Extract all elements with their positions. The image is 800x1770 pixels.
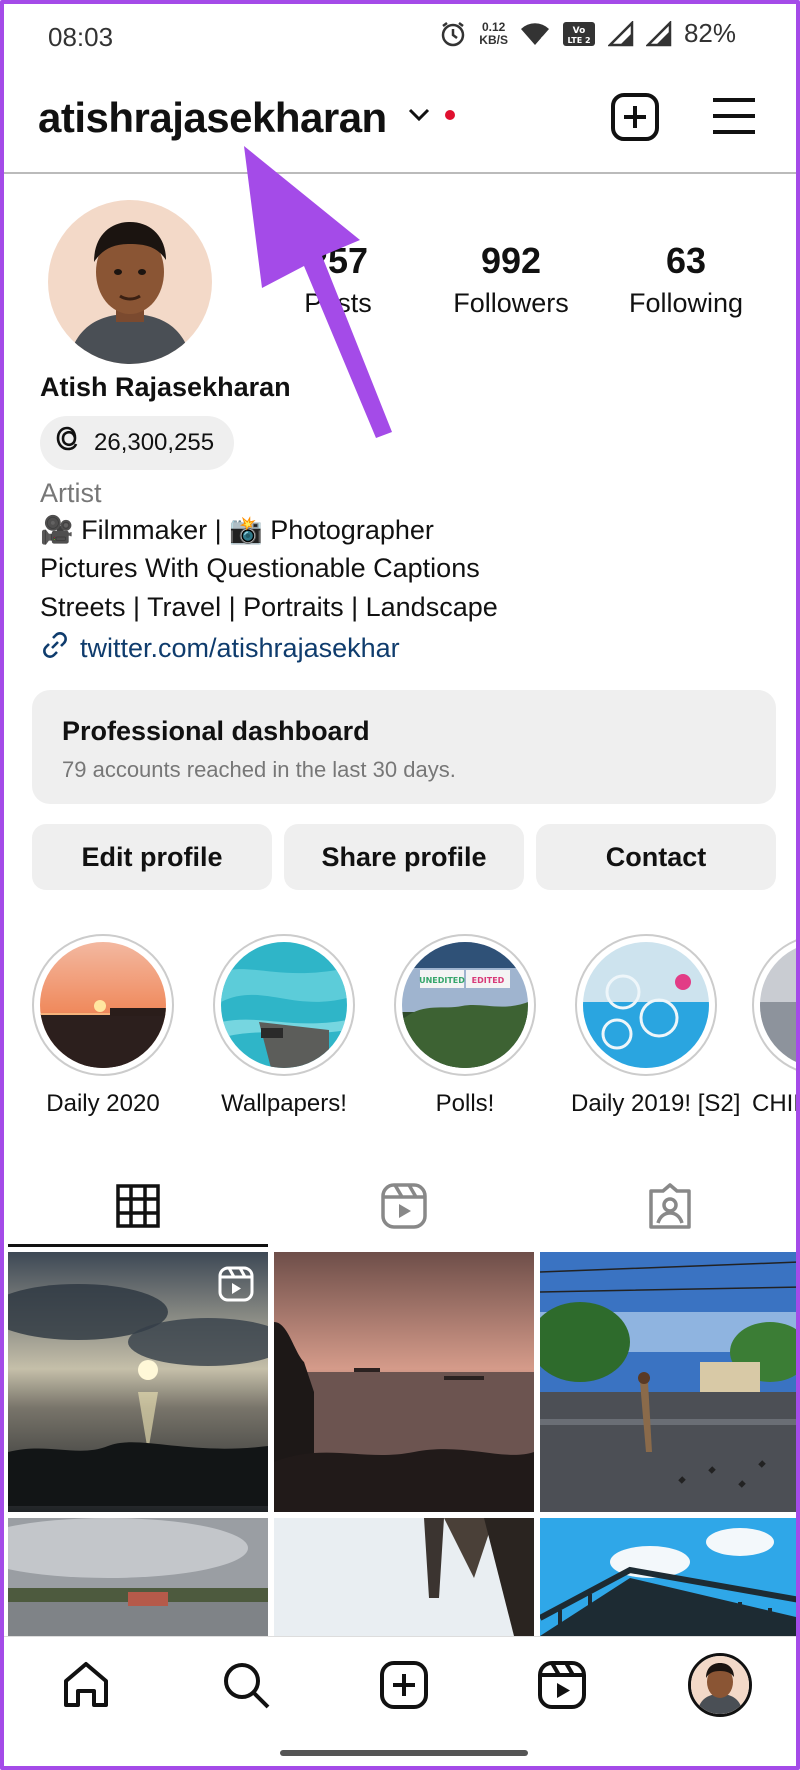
tab-posts-grid[interactable] [8,1170,268,1246]
chevron-down-icon[interactable] [406,104,432,131]
bio-line: Streets | Travel | Portraits | Landscape [40,592,498,622]
alarm-icon [439,20,467,48]
highlight-cover [221,942,347,1068]
story-highlight[interactable]: Daily 2020 [28,934,178,1118]
highlight-cover [760,942,796,1068]
network-speed: 0.12 KB/S [479,19,508,47]
profile-header: atishrajasekharan [4,84,796,174]
post-thumbnail[interactable] [8,1518,268,1636]
tab-tagged[interactable] [540,1170,796,1246]
signal-icon-2 [645,20,672,47]
poll-option-unedited: UNEDITED [419,976,465,985]
story-highlight[interactable]: Daily 2019! [S2] [571,934,741,1118]
story-highlight[interactable]: UNEDITED EDITED Polls! [390,934,540,1118]
username-switcher[interactable]: atishrajasekharan [38,94,387,142]
link-text: twitter.com/atishrajasekhar [80,633,400,663]
profile-category: Artist [40,478,102,508]
svg-text:LTE 2: LTE 2 [567,36,590,45]
bio-line: 🎥 Filmmaker | 📸 Photographer [40,515,434,545]
reels-icon [381,1182,427,1234]
bio-line: Pictures With Questionable Captions [40,553,480,583]
professional-dashboard[interactable]: Professional dashboard 79 accounts reach… [32,690,776,804]
dashboard-title: Professional dashboard [62,716,370,746]
link-icon [40,630,70,667]
highlight-cover: UNEDITED EDITED [402,942,528,1068]
posts-count: 257 [307,240,369,281]
svg-text:Vo: Vo [573,26,586,36]
contact-button[interactable]: Contact [536,824,776,890]
following-count: 63 [665,240,707,281]
home-indicator [280,1750,528,1756]
posts-label: Posts [304,288,372,318]
status-icons: 0.12 KB/S Vo LTE 2 82% [439,18,736,49]
reel-indicator-icon [218,1266,254,1307]
highlight-label: Daily 2019! [S2] [571,1090,741,1117]
signal-icon-1 [607,20,634,47]
bottom-navigation [4,1636,796,1736]
tab-reels[interactable] [274,1170,534,1246]
speed-value: 0.12 [481,19,506,34]
threads-badge[interactable]: 26,300,255 [40,416,235,470]
create-icon[interactable] [378,1659,430,1716]
post-thumbnail[interactable] [8,1252,268,1512]
new-post-icon[interactable] [610,92,660,147]
posts-stat[interactable]: 257 Posts [248,240,428,319]
tagged-icon [647,1182,693,1234]
threads-icon [56,426,84,461]
poll-option-edited: EDITED [472,976,505,985]
threads-count: 26,300,255 [94,429,215,456]
menu-icon[interactable] [711,96,757,141]
highlight-label: Polls! [435,1090,495,1117]
post-thumbnail[interactable] [274,1252,534,1512]
full-name: Atish Rajasekharan [40,372,291,402]
bio-link[interactable]: twitter.com/atishrajasekhar [40,630,400,667]
post-thumbnail[interactable] [540,1252,796,1512]
share-profile-button[interactable]: Share profile [284,824,524,890]
highlight-label: Wallpapers! [221,1090,347,1117]
post-thumbnail[interactable] [274,1518,534,1636]
profile-avatar[interactable] [688,1653,752,1717]
profile-avatar[interactable] [48,200,212,364]
following-label: Following [628,288,744,318]
speed-unit: KB/S [479,32,508,47]
active-tab-indicator [8,1244,268,1247]
followers-label: Followers [453,288,569,318]
followers-stat[interactable]: 992 Followers [421,240,601,319]
edit-profile-button[interactable]: Edit profile [32,824,272,890]
highlight-label: CHIKI [752,1090,796,1117]
screen-frame: 08:03 0.12 KB/S Vo LTE 2 82% atishrajase… [0,0,800,1770]
search-icon[interactable] [220,1659,272,1716]
volte-icon: Vo LTE 2 [562,21,596,47]
highlight-label: Daily 2020 [46,1090,160,1117]
notification-dot [445,110,455,120]
dashboard-subtitle: 79 accounts reached in the last 30 days. [62,757,456,782]
status-bar: 08:03 0.12 KB/S Vo LTE 2 82% [4,4,796,74]
highlight-cover [40,942,166,1068]
reels-icon[interactable] [536,1659,588,1716]
wifi-icon [520,21,550,47]
story-highlight[interactable]: CHIKI [752,934,796,1118]
highlight-cover [583,942,709,1068]
followers-count: 992 [480,240,542,281]
story-highlight[interactable]: Wallpapers! [209,934,359,1118]
status-time: 08:03 [48,22,114,52]
grid-icon [116,1183,160,1233]
battery-level: 82% [683,18,736,48]
following-stat[interactable]: 63 Following [596,240,776,319]
post-thumbnail[interactable] [540,1518,796,1636]
home-icon[interactable] [60,1659,112,1716]
